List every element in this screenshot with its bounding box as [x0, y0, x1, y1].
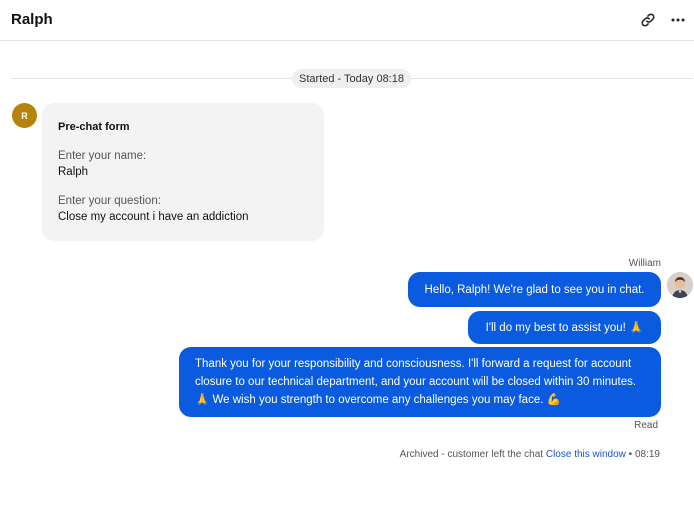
- prechat-form-card: Pre-chat form Enter your name: Ralph Ent…: [42, 103, 324, 241]
- chat-header: Ralph: [0, 0, 694, 41]
- status-time: 08:19: [634, 449, 660, 460]
- more-horizontal-icon[interactable]: [666, 8, 690, 32]
- read-receipt: Read: [634, 420, 658, 431]
- question-field-label: Enter your question:: [58, 195, 161, 207]
- link-icon[interactable]: [636, 8, 660, 32]
- agent-message: I'll do my best to assist you! 🙏: [468, 311, 661, 344]
- agent-message: Hello, Ralph! We're glad to see you in c…: [408, 272, 661, 307]
- started-badge: Started - Today 08:18: [292, 69, 411, 88]
- agent-avatar: [667, 272, 693, 298]
- close-window-link[interactable]: Close this window: [546, 449, 626, 460]
- customer-avatar: R: [12, 103, 37, 128]
- status-separator: •: [628, 449, 633, 460]
- name-field-label: Enter your name:: [58, 150, 147, 162]
- chat-title: Ralph: [11, 11, 53, 28]
- name-field-value: Ralph: [58, 166, 89, 178]
- prechat-form-title: Pre-chat form: [58, 121, 130, 133]
- archived-status-text: Archived - customer left the chat: [399, 449, 544, 460]
- agent-message: Thank you for your responsibility and co…: [179, 347, 661, 417]
- question-field-value: Close my account i have an addiction: [58, 211, 249, 223]
- agent-name: William: [628, 258, 661, 269]
- chat-status-line: Archived - customer left the chat Close …: [400, 449, 660, 460]
